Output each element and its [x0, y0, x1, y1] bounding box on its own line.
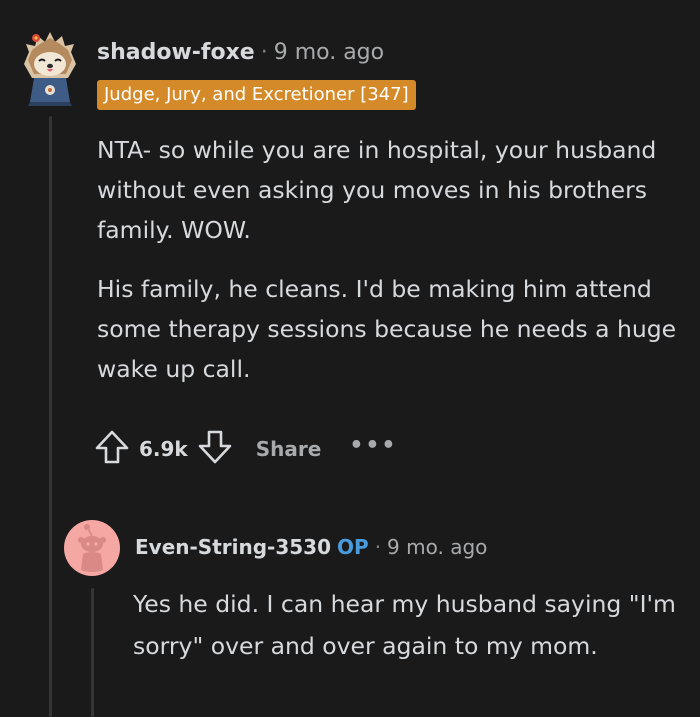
meta-separator: · — [374, 535, 382, 559]
upvote-icon[interactable] — [93, 428, 131, 470]
comment-timestamp: 9 mo. ago — [273, 40, 385, 65]
reply-meta: Even-String-3530 OP · 9 mo. ago — [135, 532, 487, 562]
op-badge: OP — [337, 535, 369, 559]
reply-thread-line[interactable] — [91, 588, 94, 717]
reply-paragraph: Yes he did. I can hear my husband saying… — [133, 590, 676, 660]
comment-body: NTA- so while you are in hospital, your … — [97, 130, 687, 408]
thread-line[interactable] — [49, 116, 52, 717]
hedgehog-avatar-icon[interactable] — [20, 30, 80, 106]
comment-author[interactable]: shadow-foxe — [97, 40, 255, 65]
more-options-icon[interactable]: ••• — [349, 433, 397, 458]
comment-paragraph: NTA- so while you are in hospital, your … — [97, 136, 657, 244]
comment-paragraph: His family, he cleans. I'd be making him… — [97, 275, 677, 383]
meta-separator: · — [260, 40, 268, 65]
vote-count: 6.9k — [139, 437, 188, 461]
default-snoo-avatar-icon[interactable] — [64, 520, 120, 576]
share-button[interactable]: Share — [256, 437, 322, 461]
comment-actions: 6.9k Share ••• — [93, 428, 398, 470]
reply-author[interactable]: Even-String-3530 — [135, 535, 331, 559]
comment-meta: shadow-foxe · 9 mo. ago — [97, 38, 384, 68]
reply-body: Yes he did. I can hear my husband saying… — [133, 583, 688, 667]
reply-timestamp: 9 mo. ago — [387, 535, 488, 559]
downvote-icon[interactable] — [196, 428, 234, 470]
user-flair: Judge, Jury, and Excretioner [347] — [97, 80, 416, 110]
